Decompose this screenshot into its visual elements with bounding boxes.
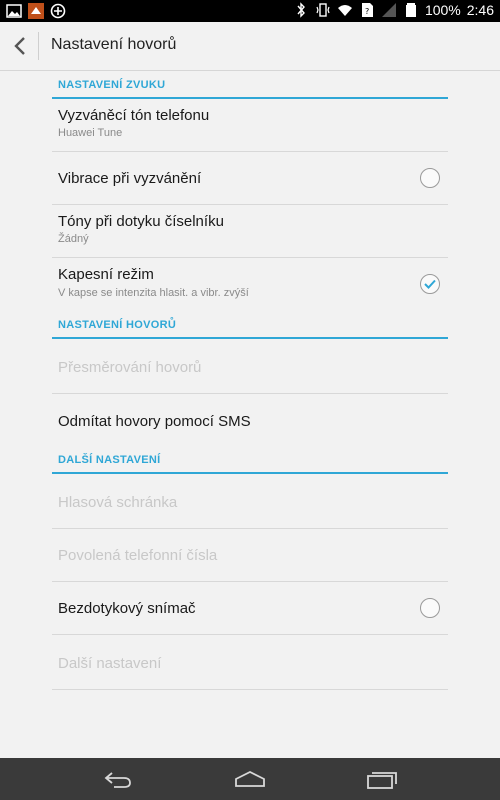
section-header-label: DALŠÍ NASTAVENÍ <box>58 454 161 466</box>
setting-title: Vibrace při vyzvánění <box>58 170 202 187</box>
section-header-sound: NASTAVENÍ ZVUKU <box>52 73 448 99</box>
pocket-mode-checkbox[interactable] <box>420 274 440 294</box>
section-header-calls: NASTAVENÍ HOVORŮ <box>52 313 448 339</box>
setting-title: Hlasová schránka <box>58 494 178 511</box>
bluetooth-icon <box>293 2 309 18</box>
back-nav-button[interactable] <box>98 766 138 792</box>
setting-vibrate-on-ring[interactable]: Vibrace při vyzvánění <box>52 152 448 205</box>
sync-icon <box>50 3 66 19</box>
back-arrow-icon <box>104 772 131 788</box>
action-bar: Nastavení hovorů <box>0 22 500 71</box>
navigation-bar <box>0 758 500 800</box>
setting-title: Tóny při dotyku číselníku <box>58 213 224 230</box>
setting-title: Povolená telefonní čísla <box>58 547 218 564</box>
clock: 2:46 <box>466 2 494 18</box>
section-header-other: DALŠÍ NASTAVENÍ <box>52 448 448 474</box>
status-bar: ? 100% 2:46 <box>0 0 500 22</box>
page-title: Nastavení hovorů <box>51 36 177 53</box>
setting-proximity-sensor[interactable]: Bezdotykový snímač <box>52 582 448 635</box>
chevron-left-icon <box>14 37 25 55</box>
setting-title: Vyzváněcí tón telefonu <box>58 107 210 124</box>
system-icons: ? 100% 2:46 <box>293 2 494 18</box>
setting-subtitle: Huawei Tune <box>58 127 123 139</box>
setting-pocket-mode[interactable]: Kapesní režim V kapse se intenzita hlasi… <box>52 258 448 306</box>
setting-more: Další nastavení <box>52 635 448 690</box>
gallery-icon <box>6 3 22 19</box>
setting-subtitle: V kapse se intenzita hlasit. a vibr. zvý… <box>58 287 249 299</box>
wifi-icon <box>337 2 353 18</box>
setting-reject-with-sms[interactable]: Odmítat hovory pomocí SMS <box>52 394 448 446</box>
vibrate-checkbox[interactable] <box>420 168 440 188</box>
battery-level: 100% <box>424 2 461 18</box>
home-icon <box>235 770 265 787</box>
signal-icon <box>381 2 397 18</box>
back-button[interactable] <box>8 32 32 60</box>
vibrate-icon <box>315 2 331 18</box>
setting-dial-tones[interactable]: Tóny při dotyku číselníku Žádný <box>52 205 448 258</box>
battery-icon <box>403 2 419 18</box>
setting-subtitle: Žádný <box>58 233 89 245</box>
section-header-label: NASTAVENÍ HOVORŮ <box>58 319 177 331</box>
app-icon <box>28 3 44 19</box>
recent-apps-icon <box>367 772 397 789</box>
setting-ringtone[interactable]: Vyzváněcí tón telefonu Huawei Tune <box>52 99 448 152</box>
proximity-checkbox[interactable] <box>420 598 440 618</box>
setting-title: Odmítat hovory pomocí SMS <box>58 413 251 430</box>
sim-icon: ? <box>359 2 375 18</box>
setting-voicemail: Hlasová schránka <box>52 474 448 529</box>
setting-fixed-dialing: Povolená telefonní čísla <box>52 529 448 582</box>
settings-list: NASTAVENÍ ZVUKU Vyzváněcí tón telefonu H… <box>0 71 500 758</box>
setting-title: Bezdotykový snímač <box>58 600 196 617</box>
action-bar-divider <box>38 32 39 60</box>
setting-title: Další nastavení <box>58 655 162 672</box>
setting-title: Kapesní režim <box>58 266 154 283</box>
home-nav-button[interactable] <box>230 766 270 792</box>
checkmark-icon <box>424 279 436 289</box>
setting-title: Přesměrování hovorů <box>58 359 202 376</box>
svg-text:?: ? <box>365 7 369 16</box>
section-header-label: NASTAVENÍ ZVUKU <box>58 79 166 91</box>
notification-icons <box>6 3 66 19</box>
setting-call-forwarding: Přesměrování hovorů <box>52 339 448 394</box>
recents-nav-button[interactable] <box>362 766 402 792</box>
